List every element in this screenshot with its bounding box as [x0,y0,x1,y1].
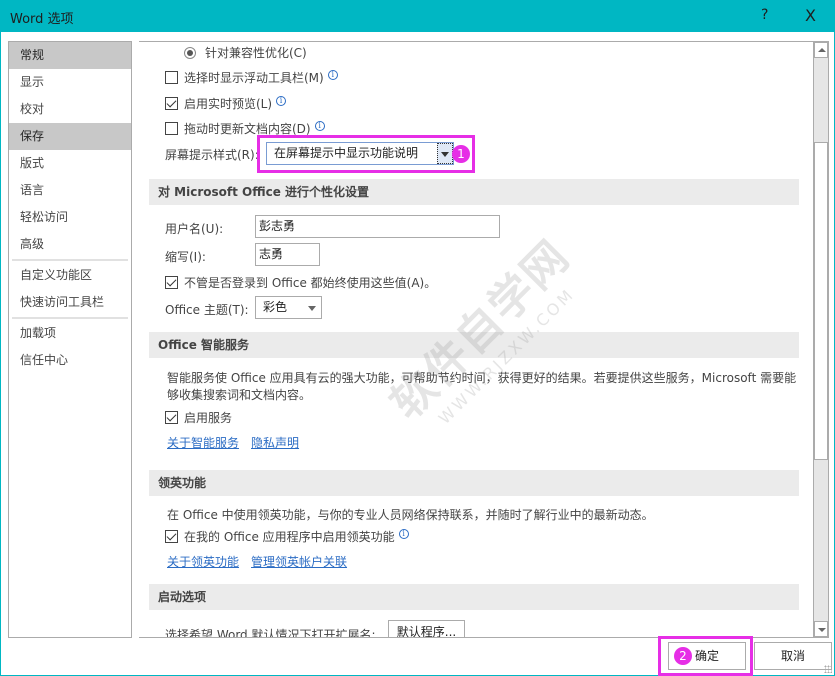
live-preview-label: 启用实时预览(L) [184,97,273,111]
sidebar-item-proofing[interactable]: 校对 [9,96,131,123]
sidebar-item-quick-access-toolbar[interactable]: 快速访问工具栏 [9,289,131,316]
options-content: 针对兼容性优化(C) 选择时显示浮动工具栏(M) i 启用实时预览(L) i 拖… [139,41,813,638]
sidebar-divider [12,259,128,261]
enable-services-label: 启用服务 [184,411,233,425]
help-button[interactable]: ? [761,7,768,23]
sidebar-item-display[interactable]: 显示 [9,69,131,96]
sidebar-item-language[interactable]: 语言 [9,177,131,204]
resize-grip[interactable] [824,665,832,673]
sidebar-item-advanced[interactable]: 高级 [9,231,131,258]
arrow-up-icon [818,48,826,52]
enable-services-option[interactable]: 启用服务 [165,409,232,426]
default-ext-label: 选择希望 Word 默认情况下打开扩展名: [165,628,376,638]
username-label: 用户名(U): [165,222,224,236]
sidebar-item-customize-ribbon[interactable]: 自定义功能区 [9,262,131,289]
mini-toolbar-checkbox[interactable] [165,71,178,84]
content-scrollbar[interactable] [813,41,829,638]
sidebar-item-trust-center[interactable]: 信任中心 [9,347,131,374]
info-icon[interactable]: i [327,69,338,80]
always-use-checkbox[interactable] [165,276,178,289]
manage-linkedin-link[interactable]: 管理领英帐户关联 [251,553,347,570]
options-sidebar: 常规 显示 校对 保存 版式 语言 轻松访问 高级 自定义功能区 快速访问工具栏… [8,41,132,638]
annotation-highlight-1 [257,135,475,173]
initials-label: 缩写(I): [165,250,206,264]
about-intelligent-services-link[interactable]: 关于智能服务 [167,434,239,451]
linkedin-section-heading: 领英功能 [149,470,799,496]
word-options-dialog: Word 选项 ? X 常规 显示 校对 保存 版式 语言 轻松访问 高级 自定… [0,0,835,676]
compat-radio-label: 针对兼容性优化(C) [205,46,307,60]
enable-services-checkbox[interactable] [165,411,178,424]
enable-linkedin-option[interactable]: 在我的 Office 应用程序中启用领英功能 i [165,528,409,545]
always-use-option[interactable]: 不管是否登录到 Office 都始终使用这些值(A)。 [165,274,436,291]
info-icon[interactable]: i [314,120,325,131]
about-linkedin-link[interactable]: 关于领英功能 [167,553,239,570]
linkedin-description: 在 Office 中使用领英功能，与你的专业人员网络保持联系，并随时了解行业中的… [167,508,654,522]
always-use-label: 不管是否登录到 Office 都始终使用这些值(A)。 [184,276,437,290]
live-preview-checkbox[interactable] [165,97,178,110]
startup-section-heading: 启动选项 [149,584,799,610]
info-icon[interactable]: i [398,528,409,539]
title-bar: Word 选项 ? X [1,1,835,32]
screentip-label: 屏幕提示样式(R): [165,148,259,162]
chevron-down-icon [308,306,316,311]
scroll-up-button[interactable] [814,42,828,58]
annotation-badge-1: 1 [452,145,470,163]
scroll-track[interactable] [814,58,828,142]
scroll-down-button[interactable] [814,621,828,637]
sidebar-item-add-ins[interactable]: 加载项 [9,320,131,347]
intelligent-services-description: 智能服务使 Office 应用具有云的强大功能，可帮助节约时间，获得更好的结果。… [167,371,797,402]
close-button[interactable]: X [805,6,816,25]
arrow-down-icon [818,628,826,632]
compat-radio-row[interactable]: 针对兼容性优化(C) [184,44,307,61]
office-theme-select[interactable]: 彩色 [255,296,322,319]
sidebar-item-save[interactable]: 保存 [9,123,131,150]
username-field[interactable]: 彭志勇 [255,215,500,238]
default-programs-button[interactable]: 默认程序... [388,620,465,637]
sidebar-item-general[interactable]: 常规 [9,42,131,69]
office-theme-value: 彩色 [263,300,288,314]
update-drag-checkbox[interactable] [165,122,178,135]
info-icon[interactable]: i [276,95,287,106]
sidebar-item-accessibility[interactable]: 轻松访问 [9,204,131,231]
annotation-highlight-2 [658,636,753,676]
sidebar-divider [12,317,128,319]
linkedin-links: 关于领英功能 管理领英帐户关联 [167,553,347,570]
dialog-title: Word 选项 [10,12,74,27]
annotation-badge-2: 2 [674,647,692,665]
live-preview-option[interactable]: 启用实时预览(L) i [165,95,287,112]
scroll-thumb[interactable] [814,142,828,460]
intelligent-services-heading: Office 智能服务 [149,332,799,358]
intelligent-links: 关于智能服务 隐私声明 [167,434,299,451]
mini-toolbar-label: 选择时显示浮动工具栏(M) [184,71,324,85]
enable-linkedin-label: 在我的 Office 应用程序中启用领英功能 [184,530,395,544]
cancel-button[interactable]: 取消 [754,642,832,670]
scroll-track[interactable] [814,460,828,621]
initials-field[interactable]: 志勇 [255,243,320,266]
privacy-statement-link[interactable]: 隐私声明 [251,434,299,451]
mini-toolbar-option[interactable]: 选择时显示浮动工具栏(M) i [165,69,338,86]
sidebar-item-layout[interactable]: 版式 [9,150,131,177]
theme-label: Office 主题(T): [165,303,249,317]
personalize-section-heading: 对 Microsoft Office 进行个性化设置 [149,179,799,205]
compat-radio[interactable] [184,46,196,59]
enable-linkedin-checkbox[interactable] [165,530,178,543]
